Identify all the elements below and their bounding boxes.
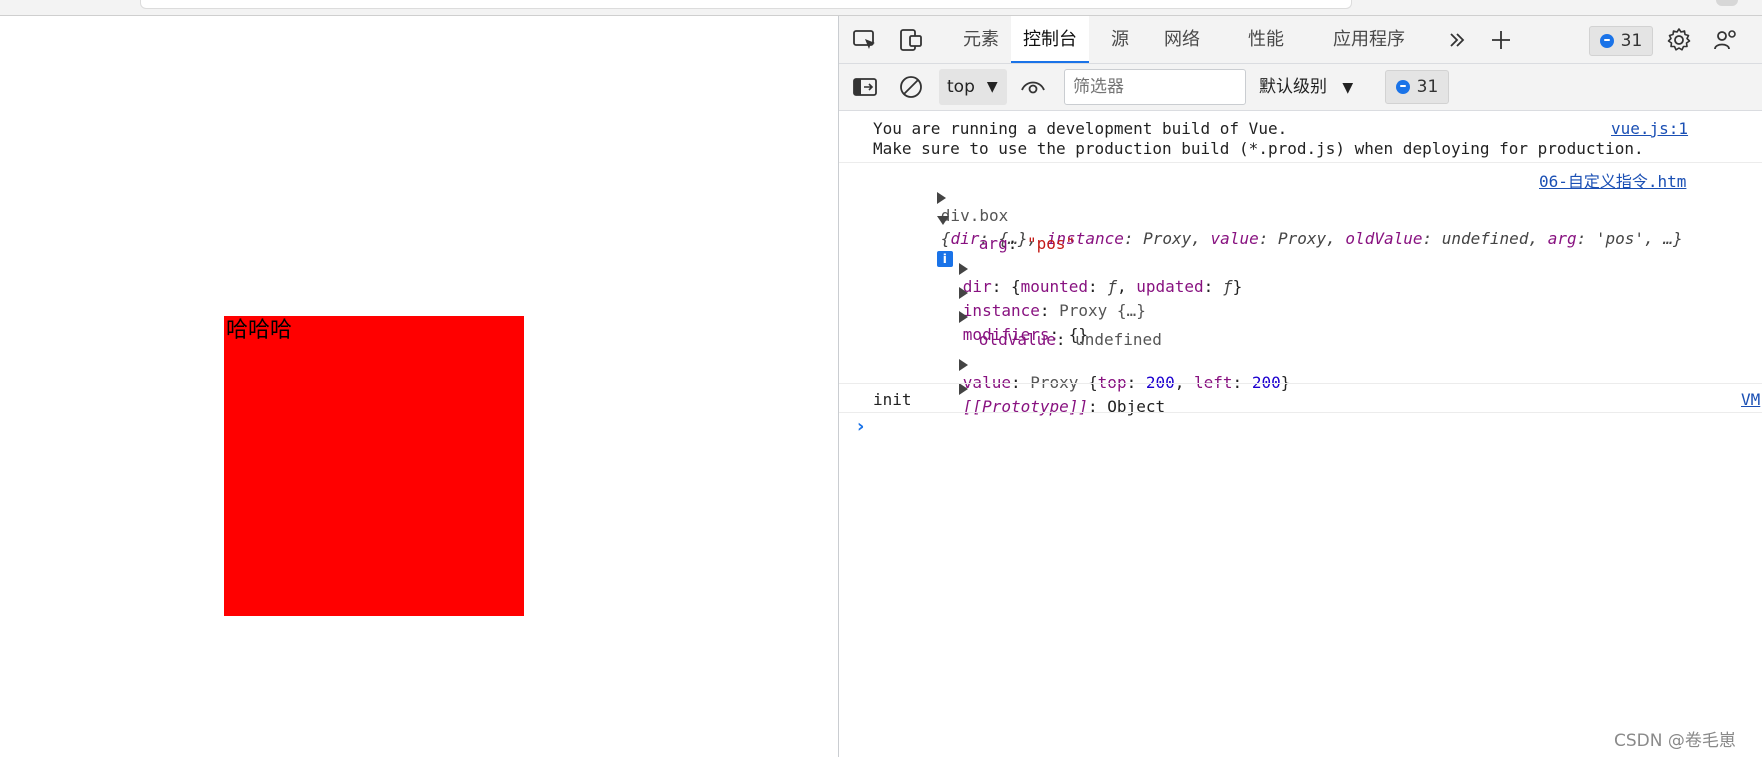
customize-devtools-icon[interactable] <box>1711 26 1739 54</box>
tab-console[interactable]: 控制台 <box>1011 16 1089 63</box>
issues-count: 31 <box>1620 31 1643 51</box>
inspect-element-icon[interactable] <box>851 26 879 54</box>
log-level-value: 默认级别 <box>1259 77 1327 97</box>
profile-icon[interactable] <box>1716 0 1738 6</box>
tab-performance[interactable]: 性能 <box>1248 16 1284 63</box>
console-separator <box>839 383 1762 384</box>
clear-console-icon[interactable] <box>897 73 925 101</box>
tab-sources[interactable]: 源 <box>1111 16 1129 63</box>
settings-gear-icon[interactable] <box>1665 26 1693 54</box>
tab-elements[interactable]: 元素 <box>963 16 999 63</box>
vue-warning-line1: You are running a development build of V… <box>873 119 1288 138</box>
browser-top-bar <box>0 0 1762 16</box>
device-emulation-icon[interactable] <box>897 26 925 54</box>
vue-warning-line2: Make sure to use the production build (*… <box>873 139 1644 158</box>
console-separator <box>839 162 1762 163</box>
tab-application[interactable]: 应用程序 <box>1333 16 1405 63</box>
prop-prototype[interactable]: [[Prototype]]: Object <box>901 359 1165 435</box>
divbox-source-link[interactable]: 06-自定义指令.htm <box>1539 168 1686 192</box>
context-selector[interactable]: top ▼ <box>939 69 1007 105</box>
address-bar[interactable] <box>140 0 1352 9</box>
tab-network[interactable]: 网络 <box>1164 16 1200 63</box>
sidebar-toggle-icon[interactable] <box>851 73 879 101</box>
devtools-panel: 元素 控制台 源 网络 性能 应用程序 31 top ▼ 筛选器 默认级别 ▼ … <box>838 16 1762 757</box>
chevron-down-icon: ▼ <box>986 79 998 95</box>
message-icon <box>1599 34 1614 48</box>
filter-input[interactable] <box>1064 69 1246 105</box>
log-level-selector[interactable]: 默认级别 ▼ <box>1259 69 1353 105</box>
console-output: You are running a development build of V… <box>839 111 1762 757</box>
chevron-down-icon: ▼ <box>1342 80 1354 96</box>
live-expression-eye-icon[interactable] <box>1019 73 1047 101</box>
red-box: 哈哈哈 <box>224 316 524 616</box>
page-viewport: 哈哈哈 <box>0 16 838 757</box>
issues-badge-toolbar[interactable]: 31 <box>1385 70 1449 104</box>
more-tabs-icon[interactable] <box>1445 28 1469 52</box>
watermark: CSDN @卷毛崽 <box>1614 731 1736 751</box>
issues-badge[interactable]: 31 <box>1589 26 1653 56</box>
init-log: init <box>873 390 912 409</box>
message-icon <box>1395 80 1410 94</box>
vue-source-link[interactable]: vue.js:1 <box>1611 119 1688 138</box>
devtools-tab-bar: 元素 控制台 源 网络 性能 应用程序 31 <box>839 16 1762 64</box>
init-source-link[interactable]: VM <box>1741 390 1760 409</box>
console-toolbar: top ▼ 默认级别 ▼ 31 <box>839 64 1762 111</box>
box-text: 哈哈哈 <box>226 318 293 343</box>
add-tab-icon[interactable] <box>1489 28 1513 52</box>
console-separator <box>839 412 1762 413</box>
console-prompt-icon[interactable]: › <box>857 416 864 437</box>
expand-triangle-icon[interactable] <box>958 382 968 395</box>
context-value: top <box>947 77 975 97</box>
issues-count-toolbar: 31 <box>1416 77 1439 97</box>
